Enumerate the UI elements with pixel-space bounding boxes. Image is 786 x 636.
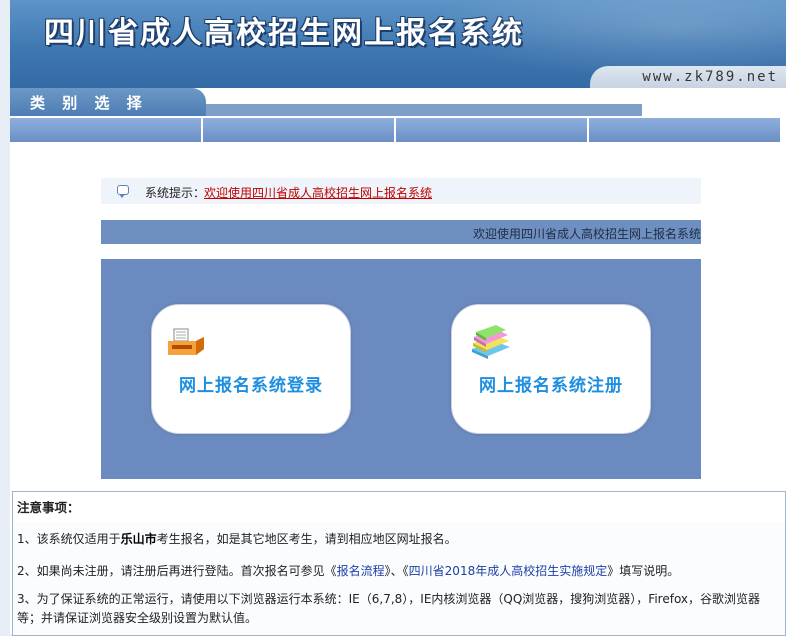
notice-2-pre: 2、如果尚未注册，请注册后再进行登陆。首次报名可参见《 (17, 564, 337, 578)
tip-label: 系统提示： (145, 186, 206, 200)
login-label: 网上报名系统登录 (179, 376, 323, 396)
register-button[interactable]: 网上报名系统注册 (451, 304, 651, 434)
site-url: www.zk789.net (642, 69, 778, 85)
notice-item-2: 2、如果尚未注册，请注册后再进行登陆。首次报名可参见《报名流程》、《四川省201… (13, 556, 785, 587)
category-strip (206, 104, 642, 116)
register-label: 网上报名系统注册 (479, 376, 623, 396)
welcome-marquee: 欢迎使用四川省成人高校招生网上报名系统 (101, 220, 701, 244)
notice-item-2-text: 2、如果尚未注册，请注册后再进行登陆。首次报名可参见《报名流程》、《四川省201… (17, 562, 679, 581)
notice-item-1: 1、该系统仅适用于乐山市考生报名，如是其它地区考生，请到相应地区网址报名。 (13, 522, 785, 557)
entry-panel: 网上报名系统登录 网上报名系统注册 (101, 259, 701, 479)
site-title: 四川省成人高校招生网上报名系统 (44, 16, 524, 51)
notice-1-post: 考生报名，如是其它地区考生，请到相应地区网址报名。 (156, 532, 457, 546)
notice-1-pre: 1、该系统仅适用于 (17, 532, 121, 546)
header-banner: 四川省成人高校招生网上报名系统 www.zk789.net (10, 0, 786, 88)
tip-message-link[interactable]: 欢迎使用四川省成人高校招生网上报名系统 (204, 184, 432, 201)
notice-item-3: 3、为了保证系统的正常运行，请使用以下浏览器运行本系统：IE（6,7,8），IE… (13, 586, 785, 635)
notice-item-3-text: 3、为了保证系统的正常运行，请使用以下浏览器运行本系统：IE（6,7,8），IE… (17, 592, 761, 625)
nav-cell-3[interactable] (396, 118, 589, 142)
notice-2-post: 》填写说明。 (607, 564, 680, 578)
url-band: www.zk789.net (590, 66, 786, 88)
regulation-link[interactable]: 四川省2018年成人高校招生实施规定 (409, 564, 608, 578)
notice-title-row: 注意事项： (13, 492, 785, 523)
login-button[interactable]: 网上报名系统登录 (151, 304, 351, 434)
nav-cell-1[interactable] (10, 118, 203, 142)
notice-2-mid: 》、《 (384, 564, 409, 578)
category-tab-label: 类 别 选 择 (30, 94, 148, 112)
process-link[interactable]: 报名流程 (337, 564, 385, 578)
page: 四川省成人高校招生网上报名系统 www.zk789.net 类 别 选 择 系统… (10, 0, 786, 636)
system-tip: 系统提示： 欢迎使用四川省成人高校招生网上报名系统 (101, 178, 701, 204)
books-icon (472, 325, 510, 359)
nav-cell-4[interactable] (589, 118, 780, 142)
nav-row (10, 118, 780, 142)
printer-icon (168, 328, 204, 355)
notice-title: 注意事项： (17, 500, 80, 515)
notice-box: 注意事项： 1、该系统仅适用于乐山市考生报名，如是其它地区考生，请到相应地区网址… (12, 491, 786, 636)
notice-item-1-text: 1、该系统仅适用于乐山市考生报名，如是其它地区考生，请到相应地区网址报名。 (17, 530, 457, 549)
category-tab: 类 别 选 择 (10, 88, 206, 116)
speech-bubble-icon (117, 185, 129, 198)
marquee-text: 欢迎使用四川省成人高校招生网上报名系统 (473, 227, 701, 241)
category-bar: 类 别 选 择 (10, 88, 786, 118)
notice-1-city: 乐山市 (120, 532, 157, 546)
nav-cell-2[interactable] (203, 118, 396, 142)
